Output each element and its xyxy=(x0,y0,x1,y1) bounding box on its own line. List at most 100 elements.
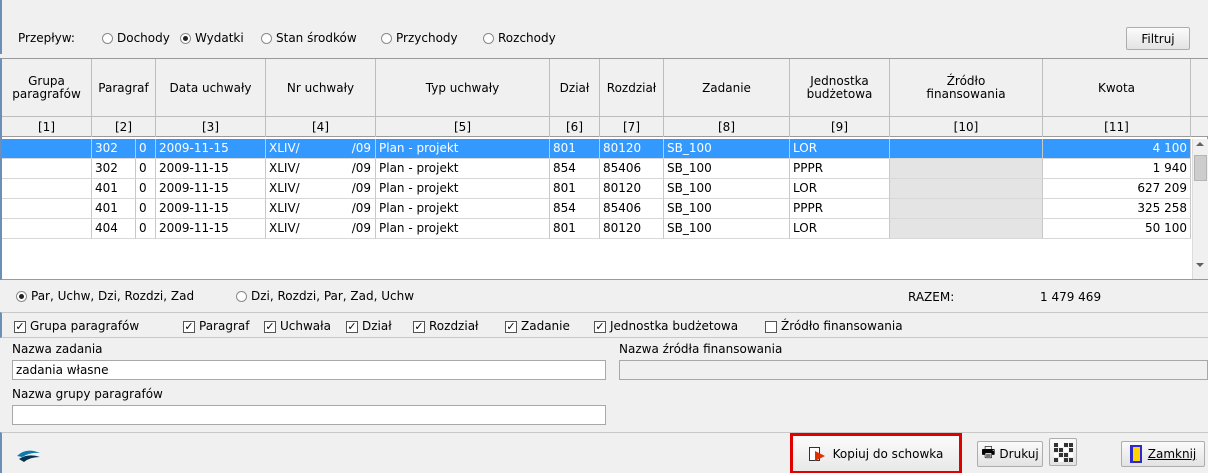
column-header-rozdzial[interactable]: Rozdział xyxy=(600,59,664,117)
column-number-row: [1] [2] [3] [4] [5] [6] [7] [8] [9] [10]… xyxy=(2,117,1208,137)
qr-code-icon xyxy=(1053,442,1073,462)
filter-button[interactable]: Filtruj xyxy=(1126,27,1190,50)
cell-kwota: 4 100 xyxy=(1043,139,1191,159)
cell-jednostka: LOR xyxy=(790,139,890,159)
checkmark-icon[interactable]: ✓ xyxy=(14,320,26,333)
cell-zadanie: SB_100 xyxy=(664,139,790,159)
checkbox-empty[interactable] xyxy=(765,320,777,333)
radio-sort-2[interactable] xyxy=(236,291,247,302)
checkmark-icon[interactable]: ✓ xyxy=(346,320,358,333)
source-name-label: Nazwa źródła finansowania xyxy=(619,342,783,356)
scroll-down-icon[interactable] xyxy=(1196,263,1204,267)
close-button[interactable]: Zamknij xyxy=(1121,441,1205,467)
cell-paragraf: 302 xyxy=(92,159,136,179)
radio-dochody[interactable] xyxy=(102,33,113,44)
group-name-field[interactable] xyxy=(12,405,606,425)
checkbox-uchwala[interactable]: ✓ Uchwała xyxy=(264,319,331,333)
radio-stan-srodkow[interactable] xyxy=(261,33,272,44)
column-number: [5] xyxy=(376,117,550,137)
grid-header: Grupa paragrafów Paragraf Data uchwały N… xyxy=(2,59,1208,117)
cell-dzial: 801 xyxy=(550,139,600,159)
data-grid: Grupa paragrafów Paragraf Data uchwały N… xyxy=(0,58,1208,280)
cell-zadanie: SB_100 xyxy=(664,219,790,239)
table-row[interactable]: 401 0 2009-11-15 XLIV//09 Plan - projekt… xyxy=(2,199,1191,219)
cell-rozdzial: 80120 xyxy=(600,139,664,159)
group-name-label: Nazwa grupy paragrafów xyxy=(12,387,163,401)
scrollbar-thumb[interactable] xyxy=(1194,155,1207,181)
cell-paragraf-sub: 0 xyxy=(136,219,156,239)
radio-rozchody[interactable] xyxy=(483,33,494,44)
cell-jednostka: PPPR xyxy=(790,159,890,179)
cell-rozdzial: 80120 xyxy=(600,219,664,239)
column-header-typ[interactable]: Typ uchwały xyxy=(376,59,550,117)
column-header-kwota[interactable]: Kwota xyxy=(1043,59,1191,117)
cell-paragraf: 401 xyxy=(92,199,136,219)
column-number: [7] xyxy=(600,117,664,137)
clipboard-arrow-icon xyxy=(808,446,827,462)
radio-wydatki[interactable] xyxy=(180,33,191,44)
printer-icon: 🖶 xyxy=(981,442,996,461)
vertical-scrollbar[interactable] xyxy=(1192,139,1208,279)
flow-option-przychody[interactable]: Przychody xyxy=(381,31,458,45)
source-name-field[interactable] xyxy=(619,360,1208,380)
total-value: 1 479 469 xyxy=(1040,290,1102,304)
column-header-zrodlo[interactable]: Źródło finansowania xyxy=(890,59,1043,117)
scroll-up-icon[interactable] xyxy=(1196,142,1204,146)
cell-nr: XLIV//09 xyxy=(266,139,376,159)
checkbox-zrodlo[interactable]: Źródło finansowania xyxy=(765,319,903,333)
radio-sort-1[interactable] xyxy=(16,291,27,302)
qr-code-button[interactable] xyxy=(1049,438,1077,466)
cell-zadanie: SB_100 xyxy=(664,159,790,179)
column-number: [8] xyxy=(664,117,790,137)
column-header-zadanie[interactable]: Zadanie xyxy=(664,59,790,117)
column-header-jednostka[interactable]: Jednostka budżetowa xyxy=(790,59,890,117)
checkbox-zadanie[interactable]: ✓ Zadanie xyxy=(505,319,570,333)
checkmark-icon[interactable]: ✓ xyxy=(505,320,517,333)
column-visibility-bar: ✓ Grupa paragrafów ✓ Paragraf ✓ Uchwała ✓ Dz… xyxy=(0,312,1208,338)
flow-option-dochody[interactable]: Dochody xyxy=(102,31,170,45)
cell-zrodlo xyxy=(890,179,1043,199)
sort-option-2[interactable]: Dzi, Rozdzi, Par, Zad, Uchw xyxy=(236,289,414,303)
column-header-paragraf[interactable]: Paragraf xyxy=(92,59,156,117)
checkbox-grupa[interactable]: ✓ Grupa paragrafów xyxy=(14,319,139,333)
table-row[interactable]: 302 0 2009-11-15 XLIV//09 Plan - projekt… xyxy=(2,139,1191,159)
checkbox-jednostka[interactable]: ✓ Jednostka budżetowa xyxy=(594,319,738,333)
flow-option-stan-srodkow[interactable]: Stan środków xyxy=(261,31,357,45)
cell-typ: Plan - projekt xyxy=(376,159,550,179)
column-number: [4] xyxy=(266,117,376,137)
table-row[interactable]: 404 0 2009-11-15 XLIV//09 Plan - projekt… xyxy=(2,219,1191,239)
print-button[interactable]: 🖶 Drukuj xyxy=(977,441,1043,467)
column-header-grupa[interactable]: Grupa paragrafów xyxy=(2,59,92,117)
radio-przychody[interactable] xyxy=(381,33,392,44)
task-name-field[interactable]: zadania własne xyxy=(12,360,606,380)
cell-paragraf-sub: 0 xyxy=(136,159,156,179)
flow-option-wydatki[interactable]: Wydatki xyxy=(180,31,244,45)
cell-paragraf-sub: 0 xyxy=(136,199,156,219)
cell-data: 2009-11-15 xyxy=(156,179,266,199)
checkmark-icon[interactable]: ✓ xyxy=(264,320,276,333)
cell-dzial: 801 xyxy=(550,219,600,239)
checkbox-paragraf[interactable]: ✓ Paragraf xyxy=(183,319,249,333)
column-header-nr[interactable]: Nr uchwały xyxy=(266,59,376,117)
table-row[interactable]: 401 0 2009-11-15 XLIV//09 Plan - projekt… xyxy=(2,179,1191,199)
checkbox-dzial[interactable]: ✓ Dział xyxy=(346,319,392,333)
cell-zadanie: SB_100 xyxy=(664,199,790,219)
total-label: RAZEM: xyxy=(908,290,955,304)
flow-option-rozchody[interactable]: Rozchody xyxy=(483,31,556,45)
cell-typ: Plan - projekt xyxy=(376,219,550,239)
table-row[interactable]: 302 0 2009-11-15 XLIV//09 Plan - projekt… xyxy=(2,159,1191,179)
cell-dzial: 801 xyxy=(550,179,600,199)
copy-to-clipboard-button[interactable]: Kopiuj do schowka xyxy=(790,433,962,473)
checkbox-rozdzial[interactable]: ✓ Rozdział xyxy=(413,319,478,333)
sort-option-1[interactable]: Par, Uchw, Dzi, Rozdzi, Zad xyxy=(16,289,194,303)
filter-bar: Przepływ: Dochody Wydatki Stan środków P… xyxy=(0,0,1208,54)
checkmark-icon[interactable]: ✓ xyxy=(183,320,195,333)
column-header-data[interactable]: Data uchwały xyxy=(156,59,266,117)
column-header-dzial[interactable]: Dział xyxy=(550,59,600,117)
cell-grupa xyxy=(2,219,92,239)
checkmark-icon[interactable]: ✓ xyxy=(413,320,425,333)
checkmark-icon[interactable]: ✓ xyxy=(594,320,606,333)
cell-kwota: 627 209 xyxy=(1043,179,1191,199)
task-name-label: Nazwa zadania xyxy=(12,342,103,356)
cell-zrodlo xyxy=(890,159,1043,179)
